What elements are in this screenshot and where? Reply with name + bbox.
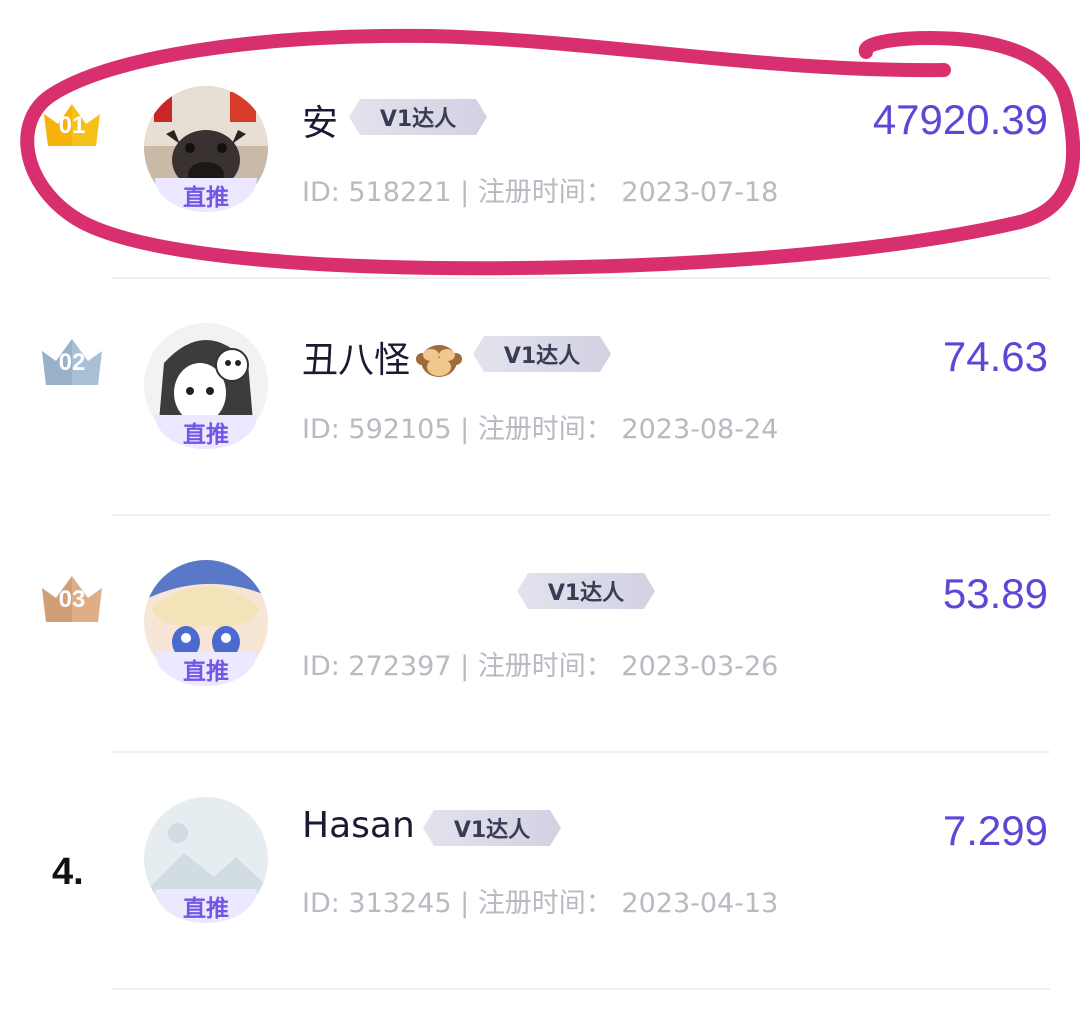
meta-separator: | — [460, 177, 470, 208]
meta-separator: | — [460, 888, 470, 919]
register-label: 注册时间： — [477, 414, 613, 445]
user-name: Hasan — [302, 805, 415, 846]
level-badge: V1达人 — [472, 335, 612, 373]
rank-number: 03 — [58, 586, 86, 613]
register-date: 2023-07-18 — [621, 177, 779, 208]
rank-number: 01 — [58, 112, 86, 139]
register-date: 2023-03-26 — [621, 651, 779, 682]
register-label: 注册时间： — [477, 177, 613, 208]
rank-crown-bronze: 03 — [34, 564, 110, 626]
amount: 47920.39 — [872, 96, 1048, 143]
register-label: 注册时间： — [477, 651, 613, 682]
user-meta: ID: 518221 | 注册时间： 2023-07-18 — [302, 170, 778, 209]
level-badge: V1达人 — [422, 809, 562, 847]
list-item[interactable]: 01 直推 安 V1达人 ID: 518221 | 注册时间： 2023-07-… — [0, 0, 1080, 236]
level-badge-label: V1达人 — [503, 344, 581, 369]
register-label: 注册时间： — [477, 888, 613, 919]
list-item[interactable]: 4. 直推 Hasan V1达人 ID: 313245 | 注册时间： 2023… — [0, 711, 1080, 947]
level-badge: V1达人 — [348, 98, 488, 136]
user-id: ID: 313245 — [302, 888, 452, 919]
amount: 53.89 — [942, 570, 1048, 617]
meta-separator: | — [460, 651, 470, 682]
amount: 74.63 — [942, 333, 1048, 380]
user-name: 丑八怪 — [302, 340, 411, 381]
divider — [112, 988, 1050, 990]
user-id: ID: 272397 — [302, 651, 452, 682]
user-meta: ID: 313245 | 注册时间： 2023-04-13 — [302, 881, 778, 920]
rank-number: 4. — [52, 851, 84, 893]
see-no-evil-monkey-icon — [416, 339, 462, 379]
user-id: ID: 592105 — [302, 414, 452, 445]
list-item[interactable]: 03 直推 V1达人 ID: 272397 | 注册时间： 2023-03-26… — [0, 474, 1080, 710]
rank-crown-silver: 02 — [34, 327, 110, 389]
register-date: 2023-08-24 — [621, 414, 779, 445]
user-id: ID: 518221 — [302, 177, 452, 208]
amount: 7.299 — [942, 807, 1048, 854]
user-meta: ID: 272397 | 注册时间： 2023-03-26 — [302, 644, 778, 683]
list-item[interactable]: 02 直推 丑八怪 V1达人 ID: 592105 | 注册时间： 2023-0… — [0, 237, 1080, 473]
user-meta: ID: 592105 | 注册时间： 2023-08-24 — [302, 407, 778, 446]
ranking-list: 01 直推 安 V1达人 ID: 518221 | 注册时间： 2023-07-… — [0, 0, 1080, 1034]
rank-crown-gold: 01 — [34, 90, 110, 152]
rank-number: 02 — [58, 349, 86, 376]
level-badge-label: V1达人 — [453, 818, 531, 843]
user-name: 安 — [302, 103, 339, 144]
register-date: 2023-04-13 — [621, 888, 779, 919]
level-badge-label: V1达人 — [379, 107, 457, 132]
meta-separator: | — [460, 414, 470, 445]
level-badge-label: V1达人 — [547, 581, 625, 606]
level-badge: V1达人 — [516, 572, 656, 610]
